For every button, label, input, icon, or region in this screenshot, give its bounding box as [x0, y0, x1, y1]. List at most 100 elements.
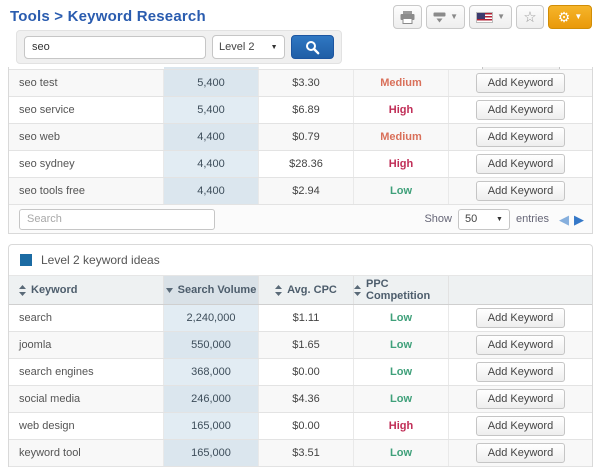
ppc-competition-cell: Low — [354, 178, 449, 204]
table-row: seo service 5,400 $6.89 High Add Keyword — [9, 97, 592, 124]
keyword-cell: seo service — [9, 97, 164, 123]
pagination: ◀ ▶ — [559, 213, 584, 226]
search-button[interactable] — [291, 35, 335, 59]
ppc-competition-cell: Low — [354, 359, 449, 385]
ppc-competition-cell: Low — [354, 386, 449, 412]
chevron-down-icon: ▼ — [497, 13, 505, 21]
keyword-cell: seo test — [9, 70, 164, 96]
language-button[interactable]: ▼ — [469, 5, 512, 29]
avg-cpc-cell: $6.89 — [259, 97, 354, 123]
column-header-keyword[interactable]: Keyword — [9, 276, 164, 304]
table-row: web design 165,000 $0.00 High Add Keywor… — [9, 413, 592, 440]
keyword-query-input[interactable] — [24, 36, 206, 59]
table-row: search 2,240,000 $1.11 Low Add Keyword — [9, 305, 592, 332]
avg-cpc-cell: $0.00 — [259, 413, 354, 439]
column-header-avg-cpc[interactable]: Avg. CPC — [259, 276, 354, 304]
search-volume-cell: 246,000 — [164, 386, 259, 412]
chevron-down-icon: ▼ — [496, 216, 503, 223]
ppc-competition-cell: Low — [354, 332, 449, 358]
search-volume-cell: 5,400 — [164, 70, 259, 96]
column-header-actions — [449, 276, 592, 304]
keyword-cell: joomla — [9, 332, 164, 358]
print-button[interactable] — [393, 5, 422, 29]
column-header-label: Keyword — [31, 284, 77, 296]
blue-square-icon — [20, 254, 32, 266]
column-header-search-volume[interactable]: Search Volume — [164, 276, 259, 304]
chevron-down-icon: ▼ — [271, 44, 278, 51]
column-header-label: Avg. CPC — [287, 284, 337, 296]
level-select[interactable]: Level 2 ▼ — [212, 35, 284, 59]
breadcrumb: Tools > Keyword Research — [10, 5, 206, 25]
entries-label: entries — [516, 213, 549, 225]
download-icon — [433, 12, 446, 23]
page-size-select[interactable]: 50 ▼ — [458, 209, 510, 230]
ppc-competition-cell: Medium — [354, 70, 449, 96]
search-volume-cell: 550,000 — [164, 332, 259, 358]
avg-cpc-cell: $1.65 — [259, 332, 354, 358]
avg-cpc-cell: $3.30 — [259, 70, 354, 96]
keyword-search-panel: Level 2 ▼ — [16, 30, 342, 64]
star-icon: ☆ — [523, 10, 536, 25]
avg-cpc-cell: $0.79 — [259, 124, 354, 150]
add-keyword-button[interactable]: Add Keyword — [476, 100, 565, 120]
favorite-button[interactable]: ☆ — [516, 5, 544, 29]
keyword-cell: seo web — [9, 124, 164, 150]
keyword-cell: seo sydney — [9, 151, 164, 177]
search-icon — [305, 40, 320, 55]
avg-cpc-cell: $0.00 — [259, 359, 354, 385]
table-row: social media 246,000 $4.36 Low Add Keywo… — [9, 386, 592, 413]
add-keyword-button[interactable]: Add Keyword — [476, 181, 565, 201]
keyword-cell: web design — [9, 413, 164, 439]
avg-cpc-cell: $2.94 — [259, 178, 354, 204]
avg-cpc-cell: $28.36 — [259, 151, 354, 177]
export-button[interactable]: ▼ — [426, 5, 465, 29]
search-volume-cell: 4,400 — [164, 178, 259, 204]
table-footer: Show 50 ▼ entries ◀ ▶ — [9, 205, 592, 233]
ppc-competition-cell: High — [354, 151, 449, 177]
ppc-competition-cell: High — [354, 97, 449, 123]
keyword-cell: social media — [9, 386, 164, 412]
ppc-competition-cell: Medium — [354, 124, 449, 150]
column-header-label: PPC Competition — [366, 278, 448, 302]
search-volume-cell: 368,000 — [164, 359, 259, 385]
avg-cpc-cell: $1.11 — [259, 305, 354, 331]
ppc-competition-cell: Low — [354, 440, 449, 466]
keyword-cell: search engines — [9, 359, 164, 385]
table-header-row: Keyword Search Volume Avg. CPC — [9, 276, 592, 305]
add-keyword-button[interactable]: Add Keyword — [476, 308, 565, 328]
add-keyword-button[interactable]: Add Keyword — [476, 416, 565, 436]
next-page-icon[interactable]: ▶ — [574, 213, 584, 226]
show-entries-control: Show 50 ▼ entries ◀ ▶ — [424, 209, 584, 230]
previous-page-icon[interactable]: ◀ — [559, 213, 569, 226]
keyword-cell: keyword tool — [9, 440, 164, 466]
table-row: seo test 5,400 $3.30 Medium Add Keyword — [9, 70, 592, 97]
us-flag-icon — [476, 12, 493, 23]
add-keyword-button[interactable]: Add Keyword — [476, 73, 565, 93]
toolbar: ▼ ▼ ☆ ⚙ ▼ — [393, 5, 592, 29]
printer-icon — [400, 11, 415, 24]
add-keyword-button[interactable]: Add Keyword — [476, 154, 565, 174]
add-keyword-button[interactable]: Add Keyword — [476, 389, 565, 409]
avg-cpc-cell: $4.36 — [259, 386, 354, 412]
add-keyword-button[interactable]: Add Keyword — [476, 335, 565, 355]
ppc-competition-cell: Low — [354, 305, 449, 331]
top-bar: Tools > Keyword Research — [0, 0, 600, 30]
add-keyword-button[interactable]: Add Keyword — [476, 362, 565, 382]
search-volume-cell: 165,000 — [164, 440, 259, 466]
table-row: seo web 4,400 $0.79 Medium Add Keyword — [9, 124, 592, 151]
gear-icon: ⚙ — [558, 10, 571, 24]
table-row: search engines 368,000 $0.00 Low Add Key… — [9, 359, 592, 386]
search-volume-cell: 2,240,000 — [164, 305, 259, 331]
chevron-down-icon: ▼ — [574, 13, 582, 21]
page-size-value: 50 — [465, 213, 477, 225]
settings-button[interactable]: ⚙ ▼ — [548, 5, 592, 29]
column-header-ppc-competition[interactable]: PPC Competition — [354, 276, 449, 304]
table-row: seo sydney 4,400 $28.36 High Add Keyword — [9, 151, 592, 178]
keyword-cell: search — [9, 305, 164, 331]
add-keyword-button[interactable]: Add Keyword — [476, 443, 565, 463]
keyword-cell: seo tools free — [9, 178, 164, 204]
add-keyword-button[interactable]: Add Keyword — [476, 127, 565, 147]
level2-keyword-ideas-panel: Level 2 keyword ideas Keyword Search Vol… — [8, 244, 593, 467]
sort-desc-icon — [166, 288, 173, 293]
table-filter-input[interactable] — [19, 209, 215, 230]
